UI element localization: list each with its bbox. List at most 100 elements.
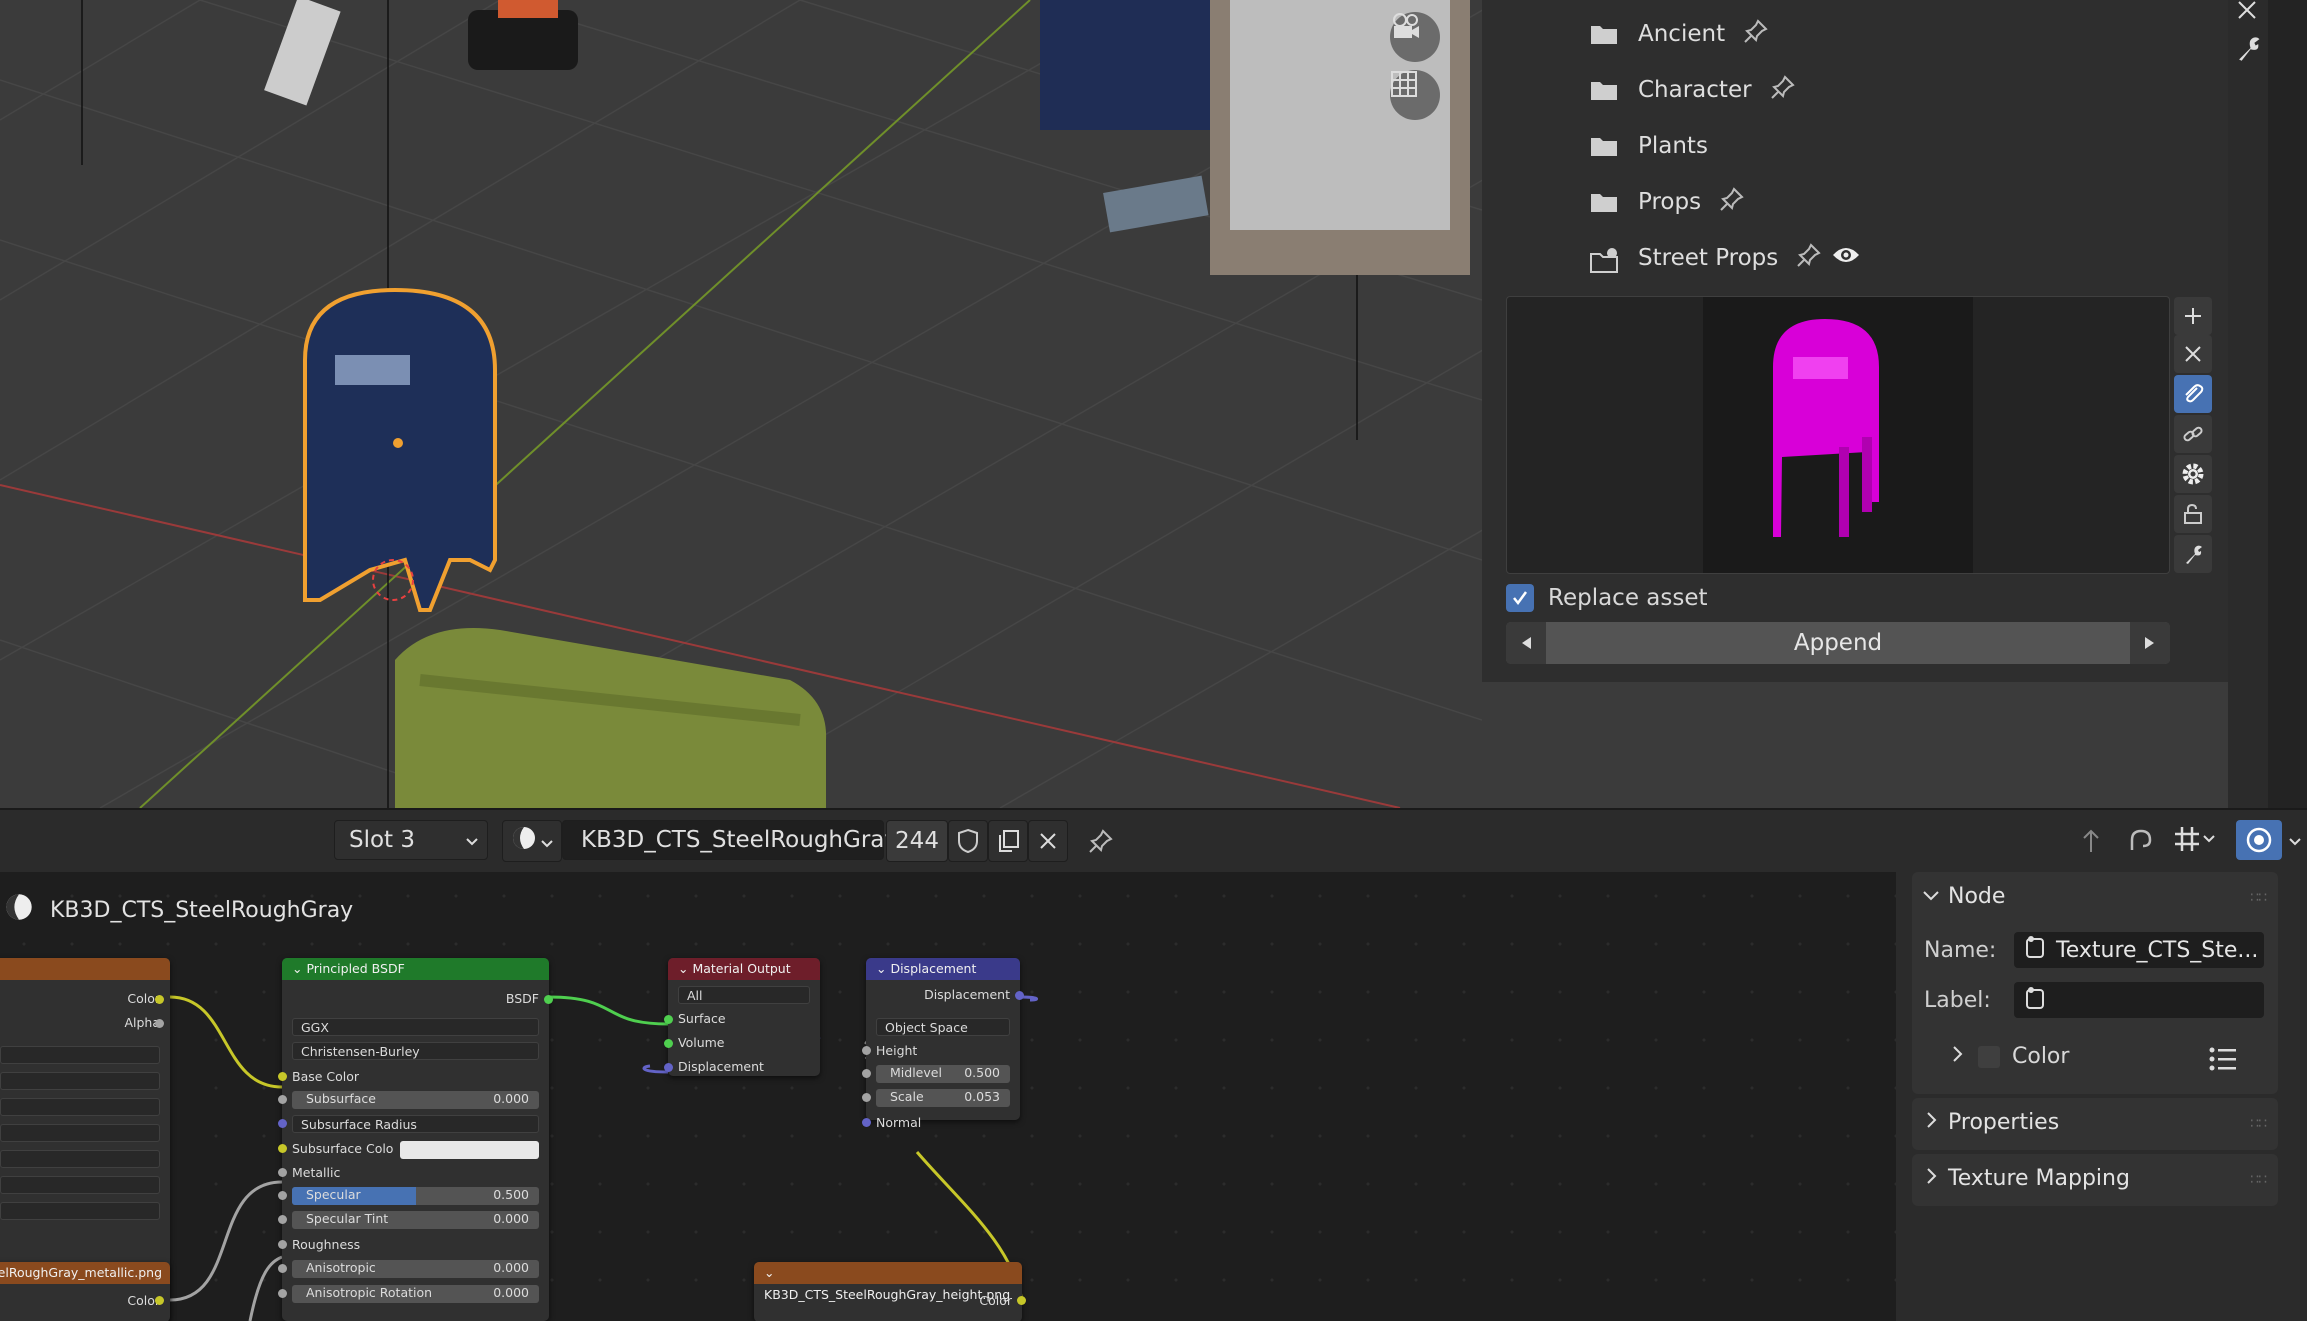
node-label-field[interactable] (2014, 982, 2264, 1018)
snap-magnet-icon[interactable] (2126, 826, 2156, 860)
settings-gear-icon[interactable] (2174, 455, 2212, 493)
snap-grid-dropdown[interactable] (2172, 824, 2216, 854)
asset-preview[interactable] (1506, 296, 2170, 574)
subsurface-radius-dropdown[interactable]: Subsurface Radius (292, 1115, 539, 1133)
socket-displacement-out[interactable] (1015, 991, 1024, 1000)
anisotropic-field[interactable]: Anisotropic 0.000 (292, 1260, 539, 1278)
pin-icon[interactable] (1770, 74, 1796, 106)
socket-metallic[interactable] (278, 1168, 287, 1177)
socket-volume[interactable] (664, 1039, 673, 1048)
subsurface-field[interactable]: Subsurface 0.000 (292, 1091, 539, 1109)
color-checkbox[interactable] (1978, 1045, 2000, 1068)
preset-list-icon[interactable] (2208, 1046, 2238, 1076)
space-dropdown[interactable]: Object Space (876, 1018, 1010, 1036)
parent-node-tree-icon[interactable] (2076, 826, 2106, 860)
overlay-toggle-icon[interactable] (2236, 820, 2282, 860)
subsurface-method-dropdown[interactable]: Christensen-Burley (292, 1042, 539, 1060)
socket-alpha[interactable] (155, 1019, 164, 1028)
category-character[interactable]: Character (1590, 62, 1796, 118)
arrow-left-icon[interactable] (1506, 622, 1546, 664)
socket-height[interactable] (862, 1046, 871, 1055)
material-browse-button[interactable] (502, 820, 562, 862)
grid-view-icon[interactable] (1390, 70, 1440, 120)
extension-dropdown[interactable] (0, 1124, 160, 1142)
specular-tint-field[interactable]: Specular Tint 0.000 (292, 1211, 539, 1229)
height-texture-node[interactable]: ⌄ KB3D_CTS_SteelRoughGray_height.png Col… (754, 1262, 1026, 1321)
material-output-node[interactable]: ⌄ Material Output All Surface Volume Dis… (664, 958, 820, 1076)
socket-roughness[interactable] (278, 1240, 287, 1249)
socket-midlevel[interactable] (862, 1069, 871, 1078)
socket-normal[interactable] (862, 1118, 871, 1127)
category-props[interactable]: Props (1590, 174, 1745, 230)
color-subpanel-header[interactable]: Color (1952, 1044, 2069, 1069)
socket-subsurface-radius[interactable] (278, 1119, 287, 1128)
colorspace-dropdown[interactable] (0, 1176, 160, 1194)
source-dropdown[interactable] (0, 1150, 160, 1168)
close-icon[interactable] (2234, 0, 2260, 26)
socket-anisotropic[interactable] (278, 1264, 287, 1273)
interpolation-dropdown[interactable] (0, 1072, 160, 1090)
wrench-icon[interactable] (2174, 535, 2212, 573)
pin-icon[interactable] (1719, 186, 1745, 218)
texture-mapping-panel[interactable]: Texture Mapping ∷∷ (1912, 1154, 2278, 1206)
user-count[interactable]: 244 (886, 820, 948, 862)
target-dropdown[interactable]: All (678, 986, 810, 1004)
socket-subsurface[interactable] (278, 1095, 287, 1104)
socket-color[interactable] (155, 995, 164, 1004)
principled-bsdf-node[interactable]: ⌄ Principled BSDF BSDF GGX Christensen-B… (278, 958, 553, 1321)
category-street-props[interactable]: Street Props (1590, 230, 1860, 286)
socket-subsurface-color[interactable] (278, 1144, 287, 1153)
node-name-field[interactable]: Texture_CTS_Ste... (2014, 932, 2264, 968)
pin-icon[interactable] (1796, 242, 1822, 274)
socket-scale[interactable] (862, 1093, 871, 1102)
wrench-icon[interactable] (2234, 34, 2262, 66)
drag-handle-icon[interactable]: ∷∷ (2250, 1172, 2267, 1188)
subsurface-color-swatch[interactable] (400, 1141, 539, 1159)
pin-icon[interactable] (1088, 828, 1114, 858)
socket-bsdf[interactable] (544, 995, 553, 1004)
replace-asset-toggle[interactable]: Replace asset (1506, 578, 1708, 618)
eye-icon[interactable] (1832, 245, 1860, 271)
duplicate-icon[interactable] (988, 820, 1028, 862)
socket-anisotropic-rotation[interactable] (278, 1289, 287, 1298)
midlevel-field[interactable]: Midlevel 0.500 (876, 1065, 1010, 1083)
unlink-close-icon[interactable] (1028, 820, 1068, 862)
socket-base-color[interactable] (278, 1072, 287, 1081)
slot-dropdown[interactable]: Slot 3 (334, 820, 488, 860)
link-icon[interactable] (2174, 415, 2212, 453)
append-selector[interactable]: Append (1506, 622, 2170, 664)
material-name-field[interactable]: KB3D_CTS_SteelRoughGray (562, 820, 898, 860)
image-selector[interactable] (0, 1046, 160, 1064)
unlock-icon[interactable] (2174, 495, 2212, 533)
camera-view-icon[interactable] (1390, 12, 1440, 62)
node-section-header[interactable]: Node (1922, 884, 2005, 909)
displacement-node[interactable]: ⌄ Displacement Displacement Object Space… (862, 958, 1024, 1130)
pin-icon[interactable] (1743, 18, 1769, 50)
metallic-texture-node[interactable]: SteelRoughGray_metallic.png Color (0, 1262, 170, 1321)
drag-handle-icon[interactable]: ∷∷ (2250, 1116, 2267, 1132)
drag-handle-icon[interactable]: ∷∷ (2250, 890, 2267, 906)
attach-icon[interactable] (2174, 375, 2212, 413)
category-ancient[interactable]: Ancient (1590, 6, 1769, 62)
specular-slider[interactable]: Specular 0.500 (292, 1187, 539, 1205)
socket-specular[interactable] (278, 1191, 287, 1200)
socket-color[interactable] (1017, 1296, 1026, 1305)
scale-field[interactable]: Scale 0.053 (876, 1089, 1010, 1107)
add-icon[interactable] (2174, 297, 2212, 335)
fake-user-shield-icon[interactable] (948, 820, 988, 862)
arrow-right-icon[interactable] (2130, 622, 2170, 664)
node-canvas[interactable]: KB3D_CTS_SteelRoughGray Color Alpha Stee… (0, 872, 1896, 1321)
anisotropic-rotation-field[interactable]: Anisotropic Rotation 0.000 (292, 1285, 539, 1303)
alpha-dropdown[interactable] (0, 1202, 160, 1220)
category-plants[interactable]: Plants (1590, 118, 1708, 174)
distribution-dropdown[interactable]: GGX (292, 1018, 539, 1036)
checkbox-checked-icon[interactable] (1506, 584, 1534, 612)
socket-displacement[interactable] (664, 1063, 673, 1072)
projection-dropdown[interactable] (0, 1098, 160, 1116)
socket-color[interactable] (155, 1296, 164, 1305)
socket-specular-tint[interactable] (278, 1215, 287, 1224)
properties-panel[interactable]: Properties ∷∷ (1912, 1098, 2278, 1150)
socket-surface[interactable] (664, 1015, 673, 1024)
chevron-down-icon[interactable] (2288, 832, 2302, 851)
remove-icon[interactable] (2174, 335, 2212, 373)
